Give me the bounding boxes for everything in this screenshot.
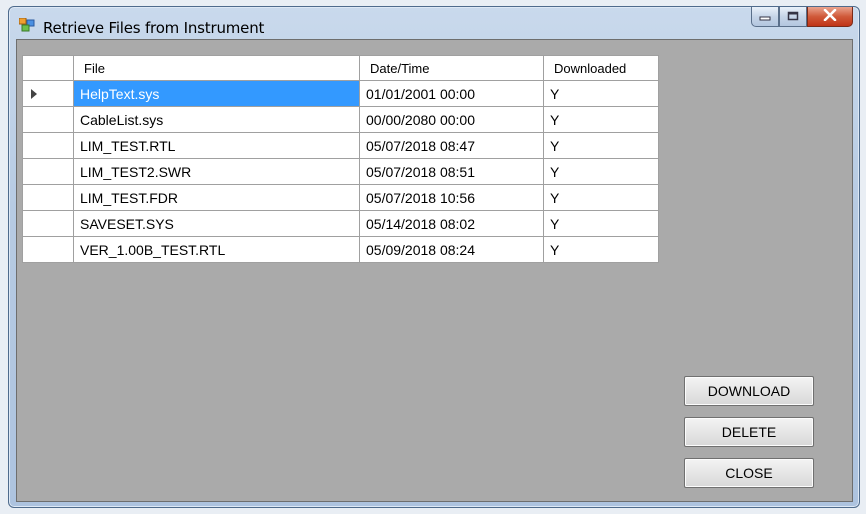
title-bar[interactable]: Retrieve Files from Instrument bbox=[9, 7, 859, 41]
current-row-arrow-icon bbox=[31, 88, 37, 99]
datetime-cell[interactable]: 01/01/2001 00:00 bbox=[359, 80, 544, 107]
close-window-button[interactable] bbox=[807, 7, 853, 27]
minimize-button[interactable] bbox=[751, 7, 779, 27]
row-header[interactable] bbox=[22, 158, 74, 185]
table-row[interactable]: LIM_TEST2.SWR 05/07/2018 08:51 Y bbox=[22, 158, 659, 185]
column-header-datetime[interactable]: Date/Time bbox=[359, 55, 544, 81]
file-cell[interactable]: VER_1.00B_TEST.RTL bbox=[73, 236, 360, 263]
files-grid[interactable]: File Date/Time Downloaded HelpText.sys 0… bbox=[22, 55, 659, 263]
downloaded-cell[interactable]: Y bbox=[543, 236, 659, 263]
file-cell[interactable]: SAVESET.SYS bbox=[73, 210, 360, 237]
column-header-file[interactable]: File bbox=[73, 55, 360, 81]
downloaded-cell[interactable]: Y bbox=[543, 80, 659, 107]
row-header[interactable] bbox=[22, 210, 74, 237]
datetime-cell[interactable]: 05/14/2018 08:02 bbox=[359, 210, 544, 237]
app-window-icon bbox=[18, 17, 35, 32]
column-header-downloaded[interactable]: Downloaded bbox=[543, 55, 659, 81]
datetime-cell[interactable]: 00/00/2080 00:00 bbox=[359, 106, 544, 133]
download-button[interactable]: DOWNLOAD bbox=[684, 376, 814, 406]
table-row[interactable]: LIM_TEST.RTL 05/07/2018 08:47 Y bbox=[22, 132, 659, 159]
downloaded-cell[interactable]: Y bbox=[543, 210, 659, 237]
row-header-corner[interactable] bbox=[22, 55, 74, 81]
row-header[interactable] bbox=[22, 106, 74, 133]
row-header[interactable] bbox=[22, 236, 74, 263]
downloaded-cell[interactable]: Y bbox=[543, 184, 659, 211]
datetime-cell[interactable]: 05/07/2018 10:56 bbox=[359, 184, 544, 211]
file-cell[interactable]: CableList.sys bbox=[73, 106, 360, 133]
maximize-button[interactable] bbox=[779, 7, 807, 27]
datetime-cell[interactable]: 05/07/2018 08:47 bbox=[359, 132, 544, 159]
file-cell[interactable]: LIM_TEST2.SWR bbox=[73, 158, 360, 185]
row-header[interactable] bbox=[22, 132, 74, 159]
datetime-cell[interactable]: 05/09/2018 08:24 bbox=[359, 236, 544, 263]
table-row[interactable]: CableList.sys 00/00/2080 00:00 Y bbox=[22, 106, 659, 133]
file-cell[interactable]: LIM_TEST.RTL bbox=[73, 132, 360, 159]
downloaded-cell[interactable]: Y bbox=[543, 106, 659, 133]
table-row[interactable]: LIM_TEST.FDR 05/07/2018 10:56 Y bbox=[22, 184, 659, 211]
row-header[interactable] bbox=[22, 184, 74, 211]
window-title: Retrieve Files from Instrument bbox=[43, 19, 265, 37]
close-icon bbox=[823, 8, 837, 26]
file-cell[interactable]: LIM_TEST.FDR bbox=[73, 184, 360, 211]
close-button[interactable]: CLOSE bbox=[684, 458, 814, 488]
client-area: File Date/Time Downloaded HelpText.sys 0… bbox=[16, 39, 853, 502]
minimize-icon bbox=[759, 8, 771, 26]
caption-buttons bbox=[751, 7, 853, 29]
downloaded-cell[interactable]: Y bbox=[543, 132, 659, 159]
delete-button[interactable]: DELETE bbox=[684, 417, 814, 447]
table-row[interactable]: HelpText.sys 01/01/2001 00:00 Y bbox=[22, 80, 659, 107]
downloaded-cell[interactable]: Y bbox=[543, 158, 659, 185]
grid-header-row: File Date/Time Downloaded bbox=[22, 55, 659, 81]
dialog-window: Retrieve Files from Instrument File Date… bbox=[8, 6, 860, 508]
file-cell[interactable]: HelpText.sys bbox=[73, 80, 360, 107]
table-row[interactable]: VER_1.00B_TEST.RTL 05/09/2018 08:24 Y bbox=[22, 236, 659, 263]
table-row[interactable]: SAVESET.SYS 05/14/2018 08:02 Y bbox=[22, 210, 659, 237]
row-header[interactable] bbox=[22, 80, 74, 107]
maximize-icon bbox=[787, 8, 799, 26]
datetime-cell[interactable]: 05/07/2018 08:51 bbox=[359, 158, 544, 185]
